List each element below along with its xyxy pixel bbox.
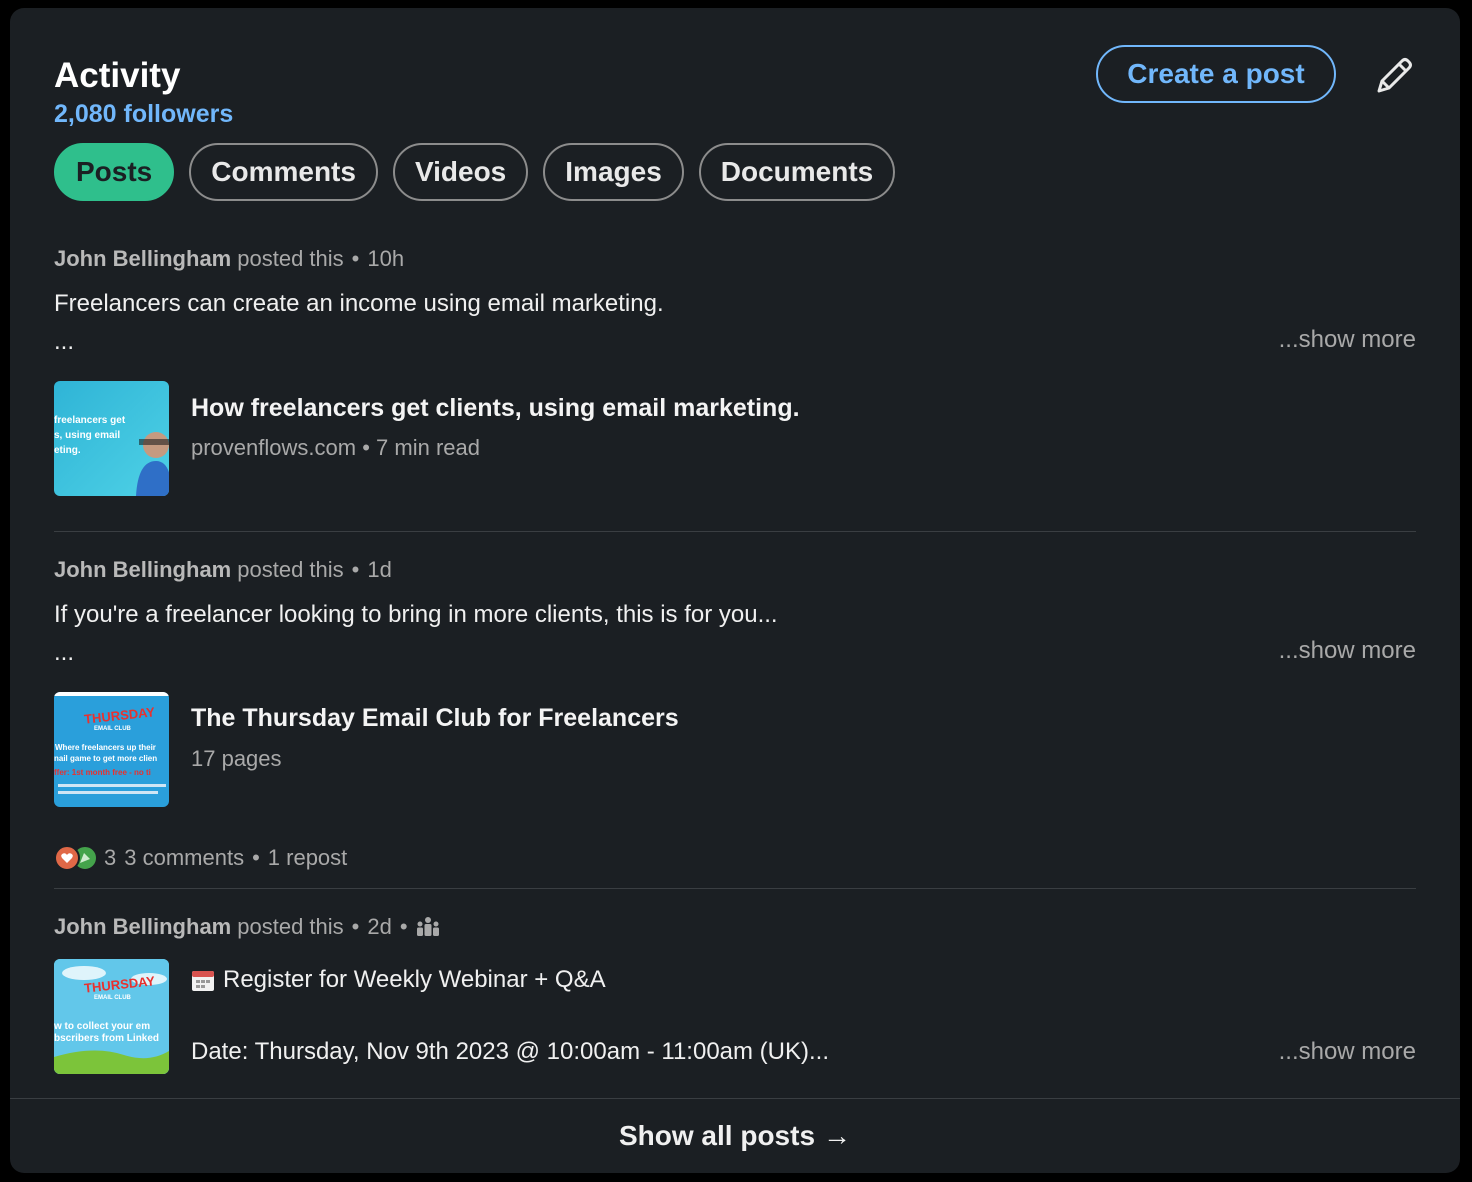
post-meta: John Bellingham posted this • 10h <box>54 244 1416 274</box>
post-time: 10h <box>367 246 405 271</box>
post-item: John Bellingham posted this • 1d If you'… <box>54 555 1416 875</box>
filter-documents[interactable]: Documents <box>698 143 896 201</box>
edit-pencil-icon[interactable] <box>1370 52 1418 100</box>
post-text-date: Date: Thursday, Nov 9th 2023 @ 10:00am -… <box>191 1038 830 1065</box>
thumbnail-caption-2: bscribers from Linked <box>54 1033 160 1044</box>
post-author[interactable]: John Bellingham <box>54 557 231 583</box>
meta-separator: • <box>399 914 408 939</box>
meta-separator: • <box>351 914 360 939</box>
show-more-link[interactable]: ...show more <box>1279 326 1416 354</box>
post-author[interactable]: John Bellingham <box>54 246 231 272</box>
thumbnail-caption-1: w to collect your em <box>54 1021 151 1032</box>
show-all-posts-button[interactable]: Show all posts → <box>10 1099 1460 1173</box>
post-divider <box>54 888 1416 889</box>
post-author[interactable]: John Bellingham <box>54 914 231 940</box>
thumbnail-text-line <box>58 791 158 794</box>
thumbnail-caption-1: Where freelancers up their <box>55 743 156 752</box>
heart-reaction-icon <box>54 845 80 871</box>
article-meta: provenflows.com • 7 min read <box>191 435 480 461</box>
post-item: John Bellingham posted this • 10h Freela… <box>54 244 1416 514</box>
post-divider <box>54 531 1416 532</box>
post-text: Freelancers can create an income using e… <box>54 290 664 317</box>
article-title[interactable]: How freelancers get clients, using email… <box>191 394 800 423</box>
post-time: 1d <box>367 557 392 582</box>
reaction-count: 3 <box>104 845 117 870</box>
thumbnail-caption-1: freelancers get <box>54 415 126 426</box>
document-thumbnail[interactable]: THURSDAY EMAIL CLUB Where freelancers up… <box>54 692 169 807</box>
section-title: Activity <box>54 56 181 95</box>
thumbnail-logo-sub: EMAIL CLUB <box>94 726 131 732</box>
post-action: posted this <box>237 246 344 271</box>
followers-link[interactable]: 2,080 followers <box>54 100 233 129</box>
post-action: posted this <box>237 914 344 939</box>
filter-images[interactable]: Images <box>543 143 684 201</box>
post-meta: John Bellingham posted this • 1d <box>54 555 1416 585</box>
post-ellipsis: ... <box>54 639 75 666</box>
filter-pills: Posts Comments Videos Images Documents <box>54 143 896 201</box>
show-more-link[interactable]: ...show more <box>1279 637 1416 665</box>
post-action: posted this <box>237 557 344 582</box>
article-readtime: 7 min read <box>376 435 480 460</box>
create-post-button[interactable]: Create a post <box>1096 45 1336 103</box>
thumbnail-logo-sub: EMAIL CLUB <box>94 995 131 1001</box>
post-text: Register for Weekly Webinar + Q&A <box>223 966 606 993</box>
thumbnail-caption-2: s, using email <box>54 430 121 441</box>
post-meta: John Bellingham posted this • 2d • <box>54 912 1416 942</box>
document-title[interactable]: The Thursday Email Club for Freelancers <box>191 704 679 733</box>
filter-posts[interactable]: Posts <box>54 143 175 201</box>
group-icon <box>416 916 440 938</box>
meta-separator: • <box>351 557 360 582</box>
social-counts[interactable]: 3 3 comments • 1 repost <box>54 845 347 871</box>
thumbnail-caption-2: nail game to get more clien <box>54 754 158 763</box>
post-text: If you're a freelancer looking to bring … <box>54 601 778 628</box>
post-line-1: Register for Weekly Webinar + Q&A <box>191 966 606 994</box>
article-thumbnail[interactable]: freelancers get s, using email eting. <box>54 381 169 496</box>
article-source: provenflows.com <box>191 435 357 460</box>
arrow-right-icon: → <box>823 1120 852 1151</box>
calendar-icon <box>191 968 215 992</box>
post-item: John Bellingham posted this • 2d • THURS… <box>54 912 1416 1082</box>
thumbnail-logo: THURSDAY <box>83 704 156 727</box>
show-more-link[interactable]: ...show more <box>1279 1038 1416 1066</box>
meta-separator: • <box>351 246 360 271</box>
thumbnail-offer: ffer: 1st month free - no ti <box>54 768 151 777</box>
filter-comments[interactable]: Comments <box>189 143 378 201</box>
thumbnail-caption-3: eting. <box>54 445 81 456</box>
comment-count[interactable]: 3 comments <box>124 845 244 871</box>
filter-videos[interactable]: Videos <box>392 143 529 201</box>
meta-separator: • <box>362 435 377 460</box>
post-ellipsis: ... <box>54 328 75 355</box>
post-thumbnail[interactable]: THURSDAY EMAIL CLUB w to collect your em… <box>54 959 169 1074</box>
activity-card: Activity 2,080 followers Create a post P… <box>10 8 1460 1173</box>
repost-count[interactable]: 1 repost <box>268 845 348 871</box>
document-pages: 17 pages <box>191 746 282 771</box>
meta-separator: • <box>252 845 260 870</box>
thumbnail-text-line <box>58 784 166 787</box>
thumbnail-edge <box>54 692 169 696</box>
post-time: 2d <box>367 914 392 939</box>
show-all-label: Show all posts <box>618 1120 816 1151</box>
